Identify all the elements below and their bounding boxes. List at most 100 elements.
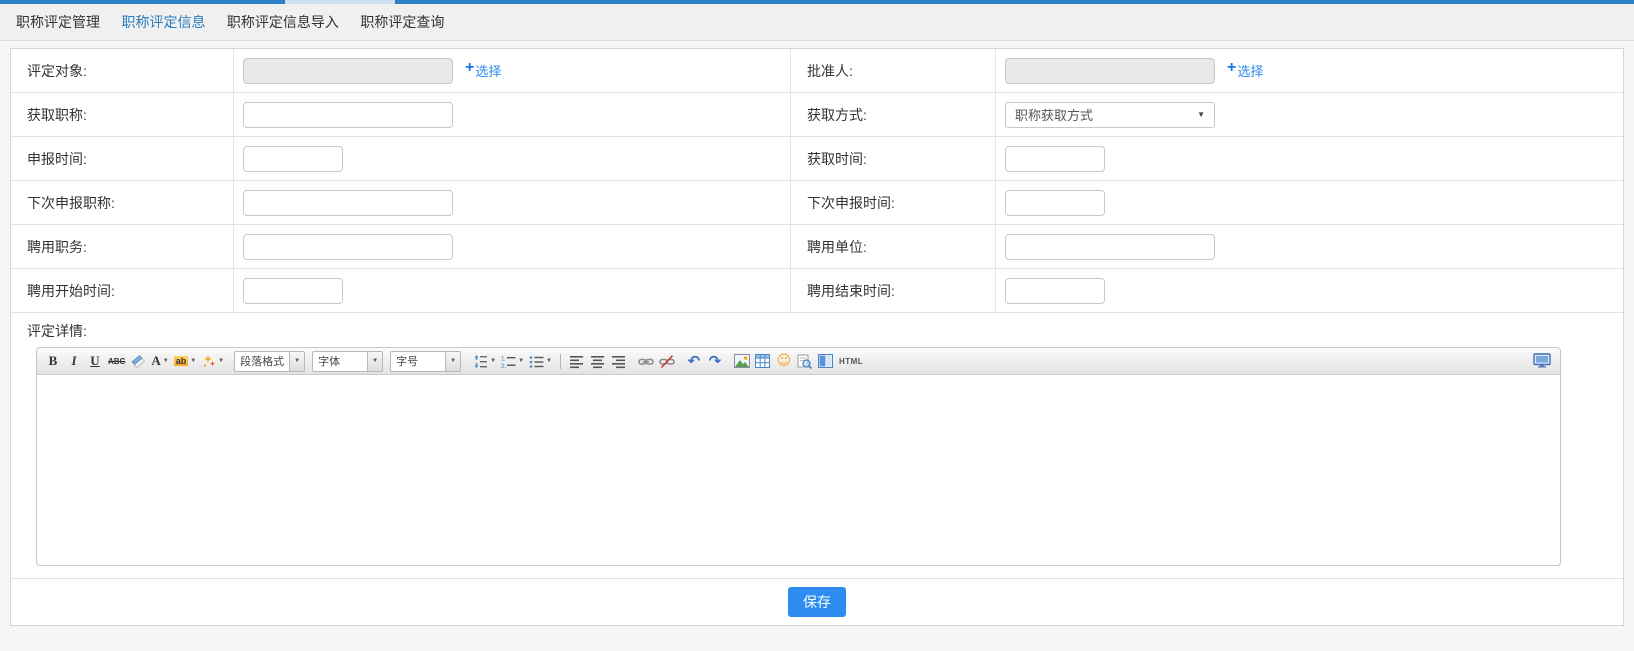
- strikethrough-button[interactable]: ABC: [107, 351, 126, 372]
- chevron-down-icon: ▼: [367, 352, 382, 371]
- rich-text-editor: B I U ABC A▼ ab▼ ▼ 段落格式▼ 字体▼ 字号▼ ▼ 1.2.▼…: [36, 347, 1561, 566]
- field-label-next-declare-time: 下次申报时间:: [807, 193, 895, 213]
- undo-button[interactable]: ↶: [685, 351, 703, 372]
- chevron-down-icon: ▼: [218, 358, 224, 364]
- top-accent-bar: [0, 0, 1634, 4]
- remove-format-button[interactable]: [129, 351, 147, 372]
- paragraph-format-label: 段落格式: [235, 353, 289, 369]
- image-icon: [734, 354, 750, 368]
- highlight-icon: ab: [174, 356, 189, 366]
- choose-link-label: 选择: [475, 61, 501, 80]
- preview-button[interactable]: [796, 351, 814, 372]
- choose-link-label: 选择: [1237, 61, 1263, 80]
- italic-button[interactable]: I: [65, 351, 83, 372]
- nav-tab-title-eval-info-import[interactable]: 职称评定信息导入: [227, 4, 339, 40]
- acquired-title-input[interactable]: [243, 102, 453, 128]
- align-right-button[interactable]: [610, 351, 628, 372]
- line-height-button[interactable]: ▼: [472, 351, 497, 372]
- form-panel: 评定对象: +选择 批准人: +选择 获取职称: 获取方式: 职称获取方式 ▼ …: [10, 48, 1624, 626]
- form-row-3: 申报时间: 获取时间:: [11, 137, 1623, 181]
- redo-button[interactable]: ↷: [706, 351, 724, 372]
- font-family-dropdown[interactable]: 字体▼: [312, 351, 383, 372]
- field-label-hire-position: 聘用职务:: [27, 237, 87, 257]
- align-right-icon: [611, 354, 626, 369]
- save-button[interactable]: 保存: [788, 587, 846, 617]
- font-size-label: 字号: [391, 353, 445, 369]
- field-label-target: 评定对象:: [27, 61, 87, 81]
- preview-magnifier-icon: [797, 354, 812, 369]
- eraser-icon: [131, 354, 146, 369]
- form-row-6: 聘用开始时间: 聘用结束时间:: [11, 269, 1623, 313]
- declare-time-input[interactable]: [243, 146, 343, 172]
- chevron-down-icon: ▼: [190, 358, 196, 364]
- unlink-icon: [659, 354, 675, 369]
- font-size-dropdown[interactable]: 字号▼: [390, 351, 461, 372]
- toolbar-separator: [560, 354, 561, 369]
- editor-content-area[interactable]: [37, 375, 1560, 565]
- ordered-list-button[interactable]: 1.2.▼: [500, 351, 525, 372]
- field-label-acquired-title: 获取职称:: [27, 105, 87, 125]
- form-row-2: 获取职称: 获取方式: 职称获取方式 ▼: [11, 93, 1623, 137]
- hire-unit-input[interactable]: [1005, 234, 1215, 260]
- layout-panel-button[interactable]: [817, 351, 835, 372]
- split-panel-icon: [818, 354, 833, 368]
- hire-position-input[interactable]: [243, 234, 453, 260]
- unordered-list-button[interactable]: ▼: [528, 351, 553, 372]
- chevron-down-icon: ▼: [1197, 110, 1205, 119]
- font-color-icon: A: [151, 353, 160, 369]
- align-left-icon: [569, 354, 584, 369]
- styles-wand-button[interactable]: ▼: [200, 351, 225, 372]
- font-color-button[interactable]: A▼: [150, 351, 169, 372]
- field-label-acquire-time: 获取时间:: [807, 149, 867, 169]
- chevron-down-icon: ▼: [546, 358, 552, 364]
- underline-button[interactable]: U: [86, 351, 104, 372]
- field-label-approver: 批准人:: [807, 61, 853, 81]
- emoticon-button[interactable]: ☺: [775, 351, 793, 372]
- insert-image-button[interactable]: [733, 351, 751, 372]
- font-family-label: 字体: [313, 353, 367, 369]
- redo-icon: ↷: [709, 352, 722, 370]
- align-center-icon: [590, 354, 605, 369]
- line-height-icon: [473, 354, 488, 369]
- magic-wand-icon: [201, 354, 216, 369]
- form-row-5: 聘用职务: 聘用单位:: [11, 225, 1623, 269]
- field-label-hire-unit: 聘用单位:: [807, 237, 867, 257]
- smiley-icon: ☺: [777, 353, 792, 369]
- plus-icon: +: [1227, 59, 1236, 77]
- nav-tab-title-eval-info[interactable]: 职称评定信息: [121, 4, 205, 40]
- acquire-time-input[interactable]: [1005, 146, 1105, 172]
- next-declare-title-input[interactable]: [243, 190, 453, 216]
- form-row-4: 下次申报职称: 下次申报时间:: [11, 181, 1623, 225]
- target-choose-link[interactable]: +选择: [465, 61, 501, 80]
- html-source-button[interactable]: HTML: [838, 351, 864, 372]
- insert-table-button[interactable]: [754, 351, 772, 372]
- main-nav: 职称评定管理 职称评定信息 职称评定信息导入 职称评定查询: [0, 4, 1634, 41]
- nav-tab-title-eval-management[interactable]: 职称评定管理: [16, 4, 100, 40]
- target-input[interactable]: [243, 58, 453, 84]
- unlink-button[interactable]: [658, 351, 676, 372]
- paragraph-format-dropdown[interactable]: 段落格式▼: [234, 351, 305, 372]
- editor-toolbar: B I U ABC A▼ ab▼ ▼ 段落格式▼ 字体▼ 字号▼ ▼ 1.2.▼…: [37, 348, 1560, 375]
- next-declare-time-input[interactable]: [1005, 190, 1105, 216]
- plus-icon: +: [465, 59, 474, 77]
- chevron-down-icon: ▼: [163, 358, 169, 364]
- insert-link-button[interactable]: [637, 351, 655, 372]
- acquire-method-select[interactable]: 职称获取方式 ▼: [1005, 102, 1215, 128]
- chevron-down-icon: ▼: [289, 352, 304, 371]
- unordered-list-icon: [529, 354, 544, 369]
- align-center-button[interactable]: [589, 351, 607, 372]
- align-left-button[interactable]: [568, 351, 586, 372]
- fullscreen-button[interactable]: [1532, 351, 1553, 372]
- fullscreen-monitor-icon: [1533, 353, 1552, 369]
- hire-end-time-input[interactable]: [1005, 278, 1105, 304]
- highlight-color-button[interactable]: ab▼: [173, 351, 197, 372]
- bold-button[interactable]: B: [44, 351, 62, 372]
- approver-input[interactable]: [1005, 58, 1215, 84]
- field-label-acquire-method: 获取方式:: [807, 105, 867, 125]
- nav-tab-title-eval-query[interactable]: 职称评定查询: [360, 4, 444, 40]
- field-label-hire-end-time: 聘用结束时间:: [807, 281, 895, 301]
- svg-text:2.: 2.: [501, 363, 507, 369]
- hire-start-time-input[interactable]: [243, 278, 343, 304]
- undo-icon: ↶: [688, 352, 701, 370]
- approver-choose-link[interactable]: +选择: [1227, 61, 1263, 80]
